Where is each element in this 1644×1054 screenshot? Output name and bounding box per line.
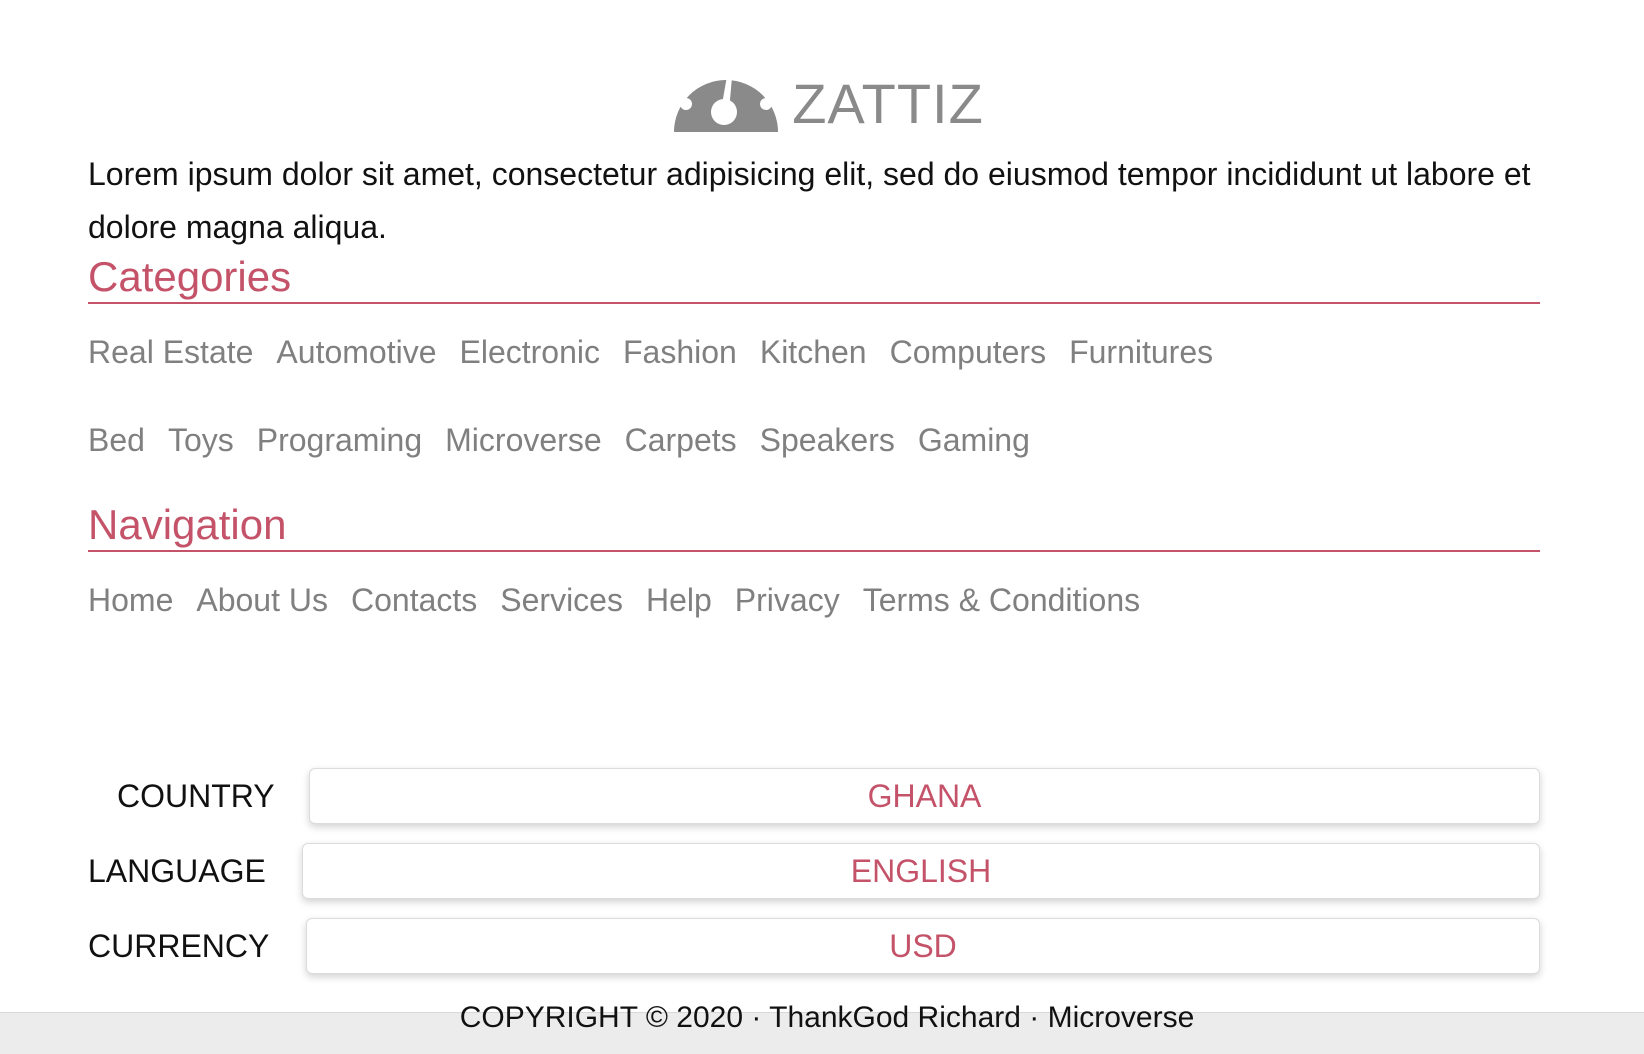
country-setting: COUNTRY GHANA (88, 768, 1540, 824)
brand-logo[interactable]: ZATTIZ (670, 46, 984, 136)
category-link-fashion[interactable]: Fashion (623, 332, 737, 372)
navigation-heading: Navigation (88, 500, 1540, 552)
copyright-text: COPYRIGHT © 2020 · ThankGod Richard · Mi… (459, 1001, 1195, 1034)
category-link-speakers[interactable]: Speakers (760, 420, 895, 460)
brand-name: ZATTIZ (792, 72, 984, 135)
dashboard-gauge-icon (670, 46, 782, 136)
category-link-furnitures[interactable]: Furnitures (1069, 332, 1213, 372)
category-link-automotive[interactable]: Automotive (276, 332, 436, 372)
currency-label: CURRENCY (88, 927, 270, 964)
category-link-gaming[interactable]: Gaming (918, 420, 1030, 460)
nav-link-contacts[interactable]: Contacts (351, 580, 477, 620)
country-value: GHANA (867, 777, 982, 814)
category-link-microverse[interactable]: Microverse (445, 420, 601, 460)
category-link-bed[interactable]: Bed (88, 420, 145, 460)
category-link-kitchen[interactable]: Kitchen (760, 332, 867, 372)
category-link-toys[interactable]: Toys (168, 420, 234, 460)
categories-row-1: Real Estate Automotive Electronic Fashio… (88, 332, 1213, 372)
nav-link-services[interactable]: Services (500, 580, 623, 620)
language-value: ENGLISH (850, 852, 992, 889)
currency-setting: CURRENCY USD (88, 918, 1540, 974)
categories-heading: Categories (88, 252, 1540, 304)
nav-link-privacy[interactable]: Privacy (735, 580, 840, 620)
currency-select[interactable]: USD (306, 918, 1540, 974)
nav-link-home[interactable]: Home (88, 580, 173, 620)
country-select[interactable]: GHANA (309, 768, 1540, 824)
page: ZATTIZ Lorem ipsum dolor sit amet, conse… (0, 0, 1644, 1054)
category-link-programing[interactable]: Programing (257, 420, 422, 460)
category-link-carpets[interactable]: Carpets (625, 420, 737, 460)
language-select[interactable]: ENGLISH (302, 843, 1540, 899)
category-link-electronic[interactable]: Electronic (460, 332, 601, 372)
country-label: COUNTRY (117, 777, 275, 814)
nav-link-help[interactable]: Help (646, 580, 712, 620)
categories-row-2: Bed Toys Programing Microverse Carpets S… (88, 420, 1030, 460)
language-setting: LANGUAGE ENGLISH (88, 843, 1540, 899)
nav-link-terms-conditions[interactable]: Terms & Conditions (863, 580, 1140, 620)
navigation-links: Home About Us Contacts Services Help Pri… (88, 580, 1140, 620)
language-label: LANGUAGE (88, 852, 266, 889)
brand-header: ZATTIZ (0, 40, 1644, 136)
category-link-computers[interactable]: Computers (890, 332, 1047, 372)
currency-value: USD (889, 927, 957, 964)
category-link-real-estate[interactable]: Real Estate (88, 332, 253, 372)
nav-link-about-us[interactable]: About Us (196, 580, 328, 620)
intro-paragraph: Lorem ipsum dolor sit amet, consectetur … (88, 156, 1531, 245)
